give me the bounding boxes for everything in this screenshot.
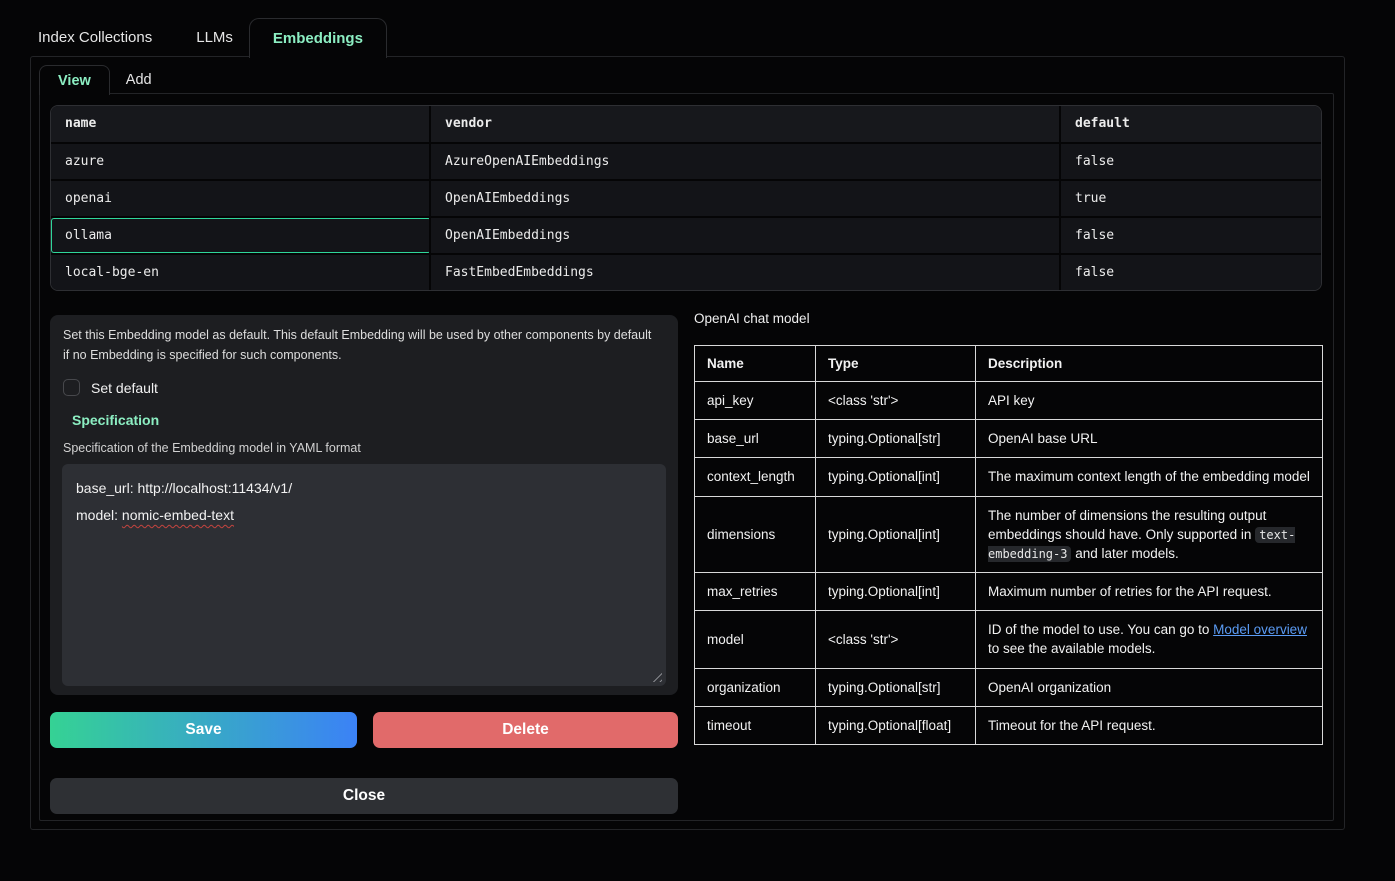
column-header-default: default (1061, 106, 1321, 142)
info-name: timeout (695, 706, 816, 744)
info-type: <class 'str'> (816, 382, 976, 420)
info-column-name: Name (695, 346, 816, 382)
info-row-dimensions: dimensionstyping.Optional[int]The number… (695, 496, 1323, 572)
view-tab-panel: namevendordefaultazureAzureOpenAIEmbeddi… (39, 93, 1334, 821)
info-type: typing.Optional[int] (816, 573, 976, 611)
info-description: API key (976, 382, 1323, 420)
info-type: typing.Optional[str] (816, 668, 976, 706)
yaml-line: model: nomic-embed-text (76, 502, 652, 529)
cell-default[interactable]: false (1061, 218, 1321, 253)
cell-default[interactable]: true (1061, 181, 1321, 216)
cell-vendor[interactable]: AzureOpenAIEmbeddings (431, 144, 1061, 179)
info-row-organization: organizationtyping.Optional[str]OpenAI o… (695, 668, 1323, 706)
table-row-local-bge-en[interactable]: local-bge-enFastEmbedEmbeddingsfalse (51, 255, 1321, 290)
table-header-row: namevendordefault (51, 106, 1321, 142)
cell-name[interactable]: local-bge-en (51, 255, 431, 290)
cell-default[interactable]: false (1061, 255, 1321, 290)
info-type: typing.Optional[str] (816, 420, 976, 458)
info-name: context_length (695, 458, 816, 496)
tab-add[interactable]: Add (110, 66, 168, 94)
info-column-description: Description (976, 346, 1323, 382)
info-description: The maximum context length of the embedd… (976, 458, 1323, 496)
embedding-settings-panel: Set this Embedding model as default. Thi… (50, 315, 678, 695)
tab-view[interactable]: View (39, 65, 110, 95)
set-default-label: Set default (91, 380, 158, 396)
info-name: organization (695, 668, 816, 706)
embeddings-table: namevendordefaultazureAzureOpenAIEmbeddi… (50, 105, 1322, 291)
cell-vendor[interactable]: OpenAIEmbeddings (431, 181, 1061, 216)
delete-button[interactable]: Delete (373, 712, 678, 748)
misspelled-word: nomic-embed-text (122, 507, 234, 523)
column-header-vendor: vendor (431, 106, 1061, 142)
info-row-base_url: base_urltyping.Optional[str]OpenAI base … (695, 420, 1323, 458)
cell-vendor[interactable]: OpenAIEmbeddings (431, 218, 1061, 253)
info-description: Timeout for the API request. (976, 706, 1323, 744)
info-description: OpenAI organization (976, 668, 1323, 706)
embeddings-tab-panel: ViewAdd namevendordefaultazureAzureOpenA… (30, 56, 1345, 830)
cell-default[interactable]: false (1061, 144, 1321, 179)
info-description: OpenAI base URL (976, 420, 1323, 458)
info-row-model: model<class 'str'>ID of the model to use… (695, 611, 1323, 668)
table-row-ollama[interactable]: ollamaOpenAIEmbeddingsfalse (51, 218, 1321, 253)
info-row-api_key: api_key<class 'str'>API key (695, 382, 1323, 420)
spec-yaml-textarea[interactable]: base_url: http://localhost:11434/v1/mode… (62, 464, 666, 686)
model-info-title: OpenAI chat model (694, 311, 810, 326)
cell-name[interactable]: azure (51, 144, 431, 179)
model-overview-link[interactable]: Model overview (1213, 622, 1307, 637)
set-default-row: Set default (63, 379, 678, 396)
info-column-type: Type (816, 346, 976, 382)
cell-name[interactable]: ollama (51, 218, 431, 253)
close-button[interactable]: Close (50, 778, 678, 814)
info-type: typing.Optional[int] (816, 458, 976, 496)
info-description: The number of dimensions the resulting o… (976, 496, 1323, 572)
model-info-table: NameTypeDescription api_key<class 'str'>… (694, 345, 1323, 745)
info-name: base_url (695, 420, 816, 458)
yaml-line: base_url: http://localhost:11434/v1/ (76, 475, 652, 502)
specification-heading: Specification (72, 412, 159, 428)
set-default-checkbox[interactable] (63, 379, 80, 396)
save-button[interactable]: Save (50, 712, 357, 748)
info-type: typing.Optional[int] (816, 496, 976, 572)
info-name: api_key (695, 382, 816, 420)
table-row-openai[interactable]: openaiOpenAIEmbeddingstrue (51, 181, 1321, 216)
info-row-max_retries: max_retriestyping.Optional[int]Maximum n… (695, 573, 1323, 611)
inline-code: text-embedding-3 (988, 527, 1295, 562)
tab-embeddings[interactable]: Embeddings (249, 18, 387, 58)
info-name: dimensions (695, 496, 816, 572)
view-add-tab-bar: ViewAdd (39, 63, 168, 94)
tab-index-collections[interactable]: Index Collections (38, 19, 180, 57)
info-description: ID of the model to use. You can go to Mo… (976, 611, 1323, 668)
cell-name[interactable]: openai (51, 181, 431, 216)
info-row-context_length: context_lengthtyping.Optional[int]The ma… (695, 458, 1323, 496)
resize-grip-icon[interactable] (651, 671, 662, 682)
info-description: Maximum number of retries for the API re… (976, 573, 1323, 611)
cell-vendor[interactable]: FastEmbedEmbeddings (431, 255, 1061, 290)
default-description: Set this Embedding model as default. Thi… (50, 315, 666, 365)
info-type: <class 'str'> (816, 611, 976, 668)
tab-llms[interactable]: LLMs (180, 19, 249, 57)
column-header-name: name (51, 106, 431, 142)
table-row-azure[interactable]: azureAzureOpenAIEmbeddingsfalse (51, 144, 1321, 179)
info-name: model (695, 611, 816, 668)
info-row-timeout: timeouttyping.Optional[float]Timeout for… (695, 706, 1323, 744)
info-name: max_retries (695, 573, 816, 611)
top-tab-bar: Index CollectionsLLMsEmbeddings (38, 17, 387, 57)
specification-subheading: Specification of the Embedding model in … (63, 441, 361, 455)
info-type: typing.Optional[float] (816, 706, 976, 744)
